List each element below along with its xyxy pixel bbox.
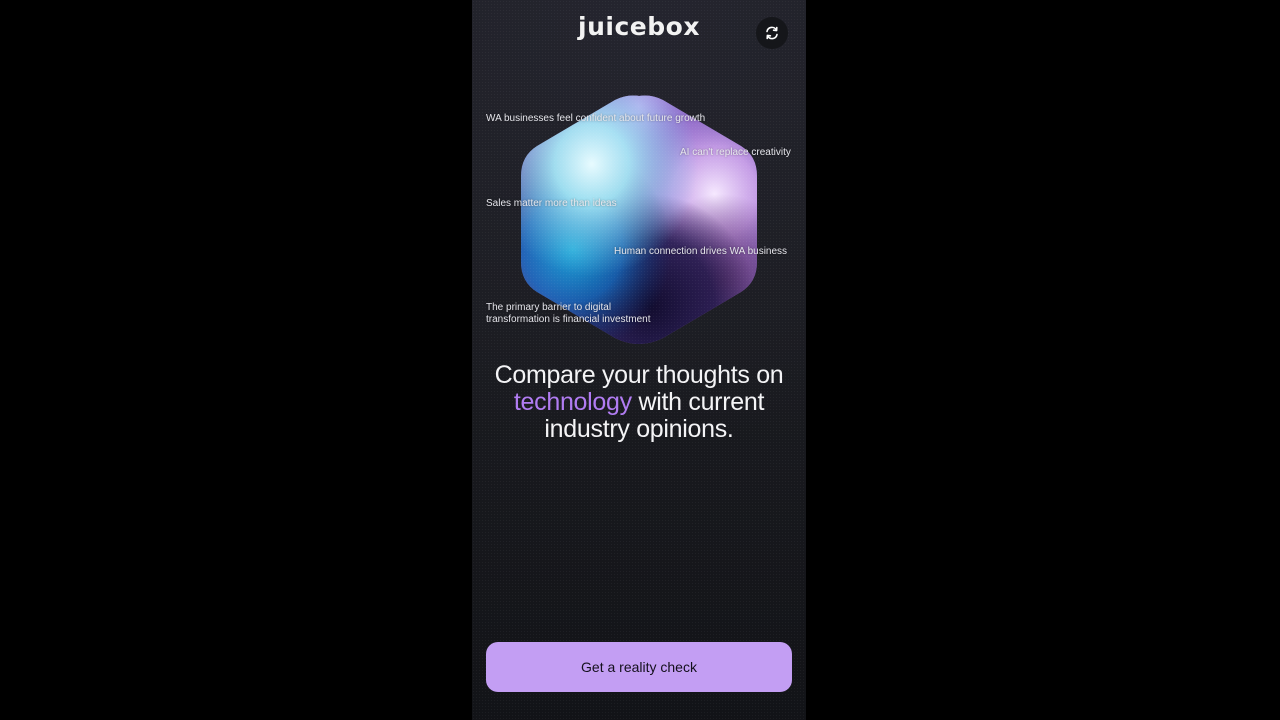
headline-line-2-rest: with current [631, 388, 765, 416]
app-screen: juicebox WA businesses feel confident ab… [472, 0, 806, 720]
opinion-label-5: The primary barrier to digital transform… [486, 302, 651, 326]
headline: Compare your thoughts on technology with… [472, 362, 806, 443]
headline-line-2: technology with current [472, 389, 806, 416]
headline-line-3: industry opinions. [544, 415, 734, 443]
refresh-icon [766, 26, 778, 40]
reality-check-button[interactable]: Get a reality check [486, 642, 792, 692]
refresh-button[interactable] [756, 17, 788, 49]
opinion-label-1: WA businesses feel confident about futur… [486, 113, 706, 124]
opinion-label-4: Human connection drives WA business [614, 246, 788, 257]
opinion-label-2: AI can't replace creativity [680, 147, 791, 158]
headline-accent-word: technology [513, 388, 632, 416]
opinion-label-5-line-2: transformation is financial investment [486, 314, 651, 325]
headline-line-1: Compare your thoughts on [494, 361, 784, 389]
opinion-label-3: Sales matter more than ideas [486, 198, 617, 209]
opinion-label-5-line-1: The primary barrier to digital [486, 302, 612, 313]
